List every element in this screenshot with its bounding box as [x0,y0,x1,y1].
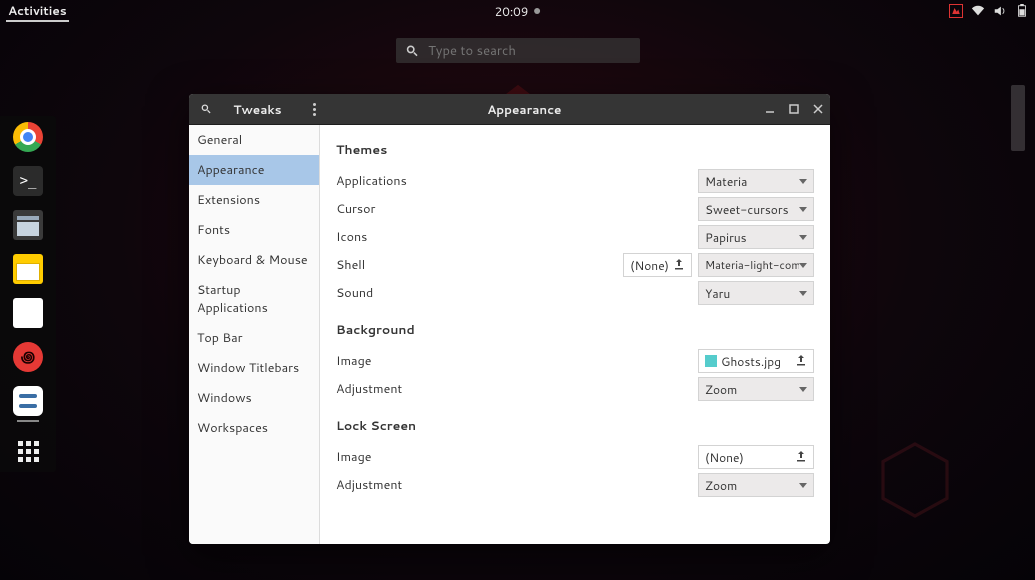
workspace-thumbnail[interactable] [1011,85,1025,151]
label-bg-adjust: Adjustment [336,380,486,398]
clock-time: 20:09 [495,3,529,20]
search-icon [406,44,419,58]
dock-running-indicator [17,420,39,422]
sidebar-item-general[interactable]: General [189,125,319,155]
upload-icon [795,449,807,466]
dropdown-shell-value: Materia-light-compact [705,257,799,273]
dropdown-bg-adjust-value: Zoom [705,381,737,398]
page-title: Appearance [487,101,561,118]
dock-app-software[interactable] [13,298,43,328]
status-area[interactable] [949,4,1029,18]
bg-image-value: Ghosts.jpg [721,353,781,370]
upload-icon [673,257,685,274]
sidebar-item-extensions[interactable]: Extensions [189,185,319,215]
label-lock-image: Image [336,448,486,466]
lock-image-value: (None) [705,449,744,466]
volume-icon [993,4,1007,18]
dropdown-applications[interactable]: Materia [698,169,814,193]
dropdown-icons[interactable]: Papirus [698,225,814,249]
maximize-button[interactable] [788,103,800,115]
shell-file-value: (None) [630,257,669,274]
content-pane: Themes Applications Materia Cursor Sweet… [320,125,830,544]
dropdown-sound[interactable]: Yaru [698,281,814,305]
dropdown-bg-adjust[interactable]: Zoom [698,377,814,401]
sidebar-item-workspaces[interactable]: Workspaces [189,413,319,443]
dropdown-cursor-value: Sweet-cursors [705,201,789,218]
headerbar-search-icon[interactable] [201,102,211,116]
sidebar-item-top-bar[interactable]: Top Bar [189,323,319,353]
bg-image-chooser[interactable]: Ghosts.jpg [698,349,814,373]
label-icons: Icons [336,228,486,246]
label-applications: Applications [336,172,486,190]
sidebar-item-fonts[interactable]: Fonts [189,215,319,245]
wallpaper-hexagon [875,440,955,520]
lock-image-chooser[interactable]: (None) [698,445,814,469]
dropdown-cursor[interactable]: Sweet-cursors [698,197,814,221]
dock-app-files[interactable] [13,210,43,240]
shell-file-chooser[interactable]: (None) [623,253,692,277]
notification-dot [534,8,540,14]
dropdown-sound-value: Yaru [705,285,730,302]
section-themes: Themes [336,141,814,159]
sidebar-item-windows[interactable]: Windows [189,383,319,413]
label-lock-adjust: Adjustment [336,476,486,494]
sidebar-item-appearance[interactable]: Appearance [189,155,319,185]
activities-button[interactable]: Activities [6,1,69,22]
clock[interactable]: 20:09 [495,3,541,20]
titlebar: Tweaks Appearance [189,94,830,125]
label-sound: Sound [336,284,486,302]
sidebar-item-startup[interactable]: Startup Applications [189,275,319,323]
app-name: Tweaks [233,101,281,118]
gnome-top-bar: Activities 20:09 [0,0,1035,22]
hamburger-menu[interactable] [310,103,320,116]
sidebar-item-titlebars[interactable]: Window Titlebars [189,353,319,383]
dock-app-red[interactable]: ꩜ [13,342,43,372]
dropdown-lock-adjust-value: Zoom [705,477,737,494]
section-background: Background [336,321,814,339]
image-file-icon [705,355,717,367]
tweaks-window: Tweaks Appearance General Appearance Ext… [189,94,830,544]
section-lock: Lock Screen [336,417,814,435]
wifi-icon [971,4,985,18]
dropdown-applications-value: Materia [705,173,747,190]
label-bg-image: Image [336,352,486,370]
screen-recorder-icon[interactable] [949,4,963,18]
dock-app-tweaks[interactable] [13,386,43,416]
activities-search[interactable] [396,38,640,63]
battery-icon [1015,4,1029,18]
label-cursor: Cursor [336,200,486,218]
search-input[interactable] [428,42,629,60]
minimize-button[interactable] [764,103,776,115]
dock-show-apps[interactable] [13,436,43,466]
dock: >_ ꩜ [0,116,56,472]
close-button[interactable] [812,103,824,115]
sidebar: General Appearance Extensions Fonts Keyb… [189,125,320,544]
dropdown-shell[interactable]: Materia-light-compact [698,253,814,277]
dock-app-mail[interactable] [13,254,43,284]
dropdown-icons-value: Papirus [705,229,747,246]
dock-app-chrome[interactable] [13,122,43,152]
upload-icon [795,353,807,370]
sidebar-item-keyboard-mouse[interactable]: Keyboard & Mouse [189,245,319,275]
dropdown-lock-adjust[interactable]: Zoom [698,473,814,497]
label-shell: Shell [336,256,486,274]
dock-app-terminal[interactable]: >_ [13,166,43,196]
